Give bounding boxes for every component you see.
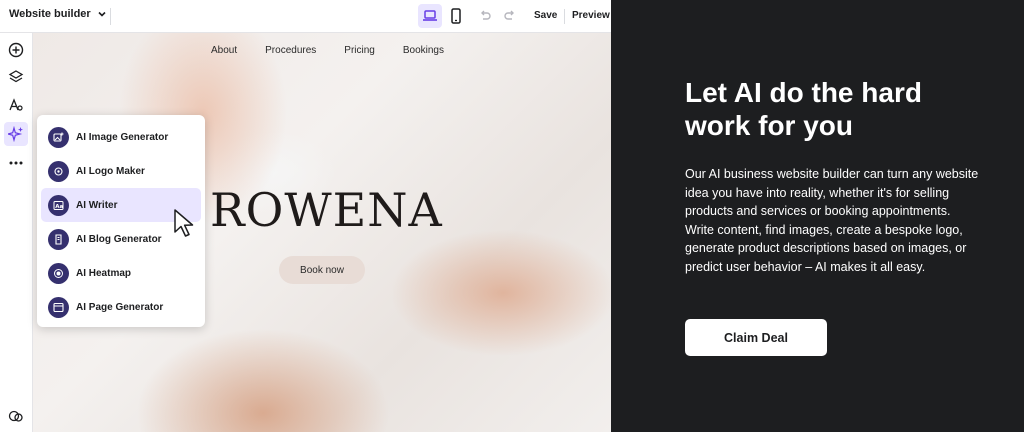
book-now-button[interactable]: Book now xyxy=(279,256,365,284)
claim-deal-button[interactable]: Claim Deal xyxy=(685,319,827,356)
logo-icon xyxy=(48,160,69,182)
promo-description: Our AI business website builder can turn… xyxy=(685,167,979,274)
mouse-cursor-icon xyxy=(174,209,194,237)
more-options-button[interactable] xyxy=(4,151,28,175)
help-button[interactable] xyxy=(4,404,28,428)
ai-menu-item-label: AI Page Generator xyxy=(76,301,164,313)
ai-sparkle-icon xyxy=(8,126,23,142)
ai-menu-item-page-generator[interactable]: AI Page Generator xyxy=(41,290,201,324)
add-element-button[interactable] xyxy=(4,38,28,62)
svg-text:Aa: Aa xyxy=(55,204,63,210)
nav-link-about[interactable]: About xyxy=(211,45,237,56)
website-builder-label: Website builder xyxy=(9,8,91,20)
ai-tools-button[interactable] xyxy=(4,122,28,146)
assistant-icon xyxy=(8,410,23,422)
ai-menu-item-heatmap[interactable]: AI Heatmap xyxy=(41,256,201,290)
website-builder-dropdown[interactable]: Website builder xyxy=(9,8,107,20)
nav-link-procedures[interactable]: Procedures xyxy=(265,45,316,56)
page-icon xyxy=(48,296,69,318)
more-dots-icon xyxy=(9,161,23,165)
heatmap-icon xyxy=(48,262,69,284)
font-style-icon xyxy=(9,98,23,111)
undo-icon[interactable] xyxy=(478,9,492,23)
layers-button[interactable] xyxy=(4,65,28,89)
ai-menu-item-logo-maker[interactable]: AI Logo Maker xyxy=(41,154,201,188)
website-builder-editor: Website builder Save Preview About Proce… xyxy=(0,0,611,432)
ai-menu-item-label: AI Blog Generator xyxy=(76,233,162,245)
toolbar-divider xyxy=(564,9,565,24)
styles-button[interactable] xyxy=(4,93,28,117)
site-nav: About Procedures Pricing Bookings xyxy=(211,45,444,56)
ai-menu-item-label: AI Heatmap xyxy=(76,267,132,279)
preview-button[interactable]: Preview xyxy=(572,10,610,21)
ai-menu-item-image-generator[interactable]: AI Image Generator xyxy=(41,120,201,154)
ai-menu-item-label: AI Logo Maker xyxy=(76,165,145,177)
plus-circle-icon xyxy=(8,42,24,58)
toolbar-divider xyxy=(110,8,111,25)
desktop-view-button[interactable] xyxy=(418,4,442,28)
text-icon: Aa xyxy=(48,194,69,216)
blog-icon xyxy=(48,228,69,250)
site-brand-title: ROWENA xyxy=(210,183,443,237)
layers-icon xyxy=(8,70,24,83)
promo-panel: Let AI do the hard work for you Our AI b… xyxy=(611,0,1024,432)
ai-menu-item-label: AI Writer xyxy=(76,199,118,211)
chevron-down-icon xyxy=(98,11,106,17)
nav-link-pricing[interactable]: Pricing xyxy=(344,45,375,56)
ai-menu-item-label: AI Image Generator xyxy=(76,131,169,143)
image-plus-icon xyxy=(48,126,69,148)
editor-sidebar xyxy=(0,33,33,432)
promo-headline: Let AI do the hard work for you xyxy=(685,77,922,141)
editor-toolbar: Website builder Save Preview xyxy=(0,0,611,33)
phone-icon xyxy=(451,8,461,24)
laptop-icon xyxy=(423,10,437,21)
redo-icon[interactable] xyxy=(503,9,517,23)
save-button[interactable]: Save xyxy=(534,10,557,21)
nav-link-bookings[interactable]: Bookings xyxy=(403,45,444,56)
mobile-view-button[interactable] xyxy=(444,4,468,28)
